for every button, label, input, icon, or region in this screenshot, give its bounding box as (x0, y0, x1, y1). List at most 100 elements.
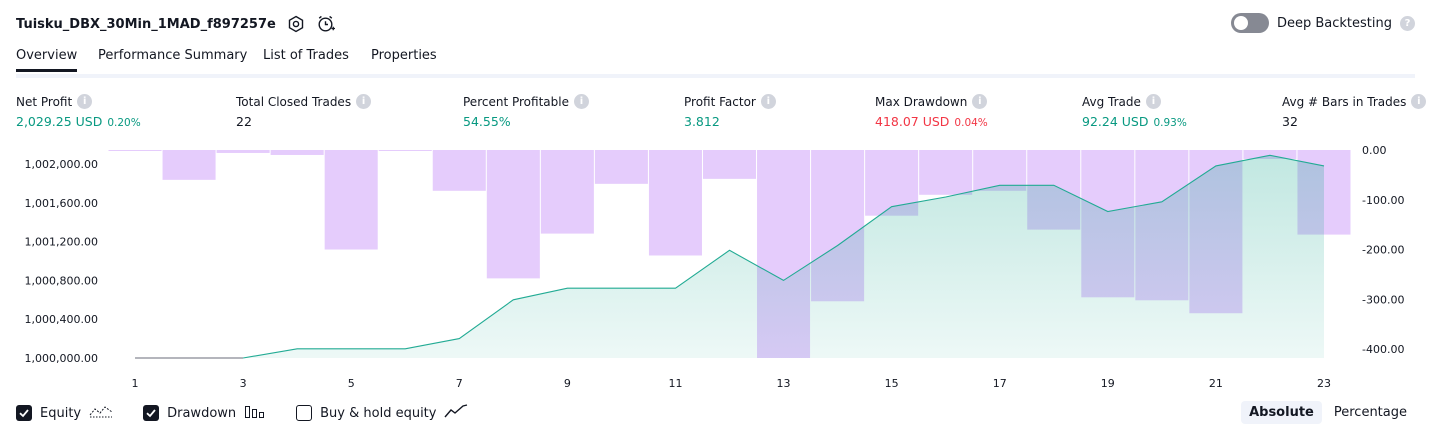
chart-svg: 1,002,000.00 1,001,600.00 1,001,200.00 1,00… (25, 144, 1405, 390)
info-icon[interactable]: i (356, 94, 372, 109)
strategy-header: Tuisku_DBX_30Min_1MAD_f897257e (16, 12, 336, 36)
metric-label: Net Profit (16, 94, 73, 109)
left-axis-tick: 1,001,200.00 (25, 236, 98, 249)
x-axis-tick: 1 (132, 377, 139, 390)
drawdown-bar (702, 150, 757, 179)
mode-absolute[interactable]: Absolute (1241, 401, 1322, 424)
mode-percentage[interactable]: Percentage (1326, 401, 1415, 424)
x-axis-tick: 17 (993, 377, 1007, 390)
left-axis-tick: 1,000,000.00 (25, 352, 98, 365)
help-icon[interactable]: ? (1400, 15, 1415, 31)
tab-bar: Overview Performance Summary List of Tra… (16, 44, 1415, 78)
info-icon[interactable]: i (760, 94, 776, 109)
metric-label: Percent Profitable (463, 94, 569, 109)
drawdown-bar (432, 150, 486, 191)
left-axis-tick: 1,000,400.00 (25, 313, 98, 326)
legend-label: Drawdown (167, 405, 237, 421)
x-axis-tick: 11 (668, 377, 682, 390)
metric-percent: 0.04% (954, 117, 988, 129)
right-axis-tick: -100.00 (1362, 194, 1404, 207)
x-axis-tick: 15 (885, 377, 899, 390)
right-axis-tick: -300.00 (1362, 293, 1404, 306)
deep-backtesting-toggle[interactable] (1230, 13, 1269, 33)
buy-hold-line-icon (444, 403, 468, 423)
drawdown-checkbox[interactable] (143, 405, 160, 421)
right-axis-tick: -400.00 (1362, 343, 1404, 356)
metric-net-profit: Net Profit i 2,029.25 USD 0.20% (16, 94, 141, 129)
strategy-title: Tuisku_DBX_30Min_1MAD_f897257e (16, 16, 276, 32)
drawdown-bar (540, 150, 594, 234)
legend-buy-hold-equity[interactable]: Buy & hold equity (296, 403, 468, 423)
legend-label: Equity (40, 405, 82, 421)
metric-percent: 0.20% (107, 117, 141, 129)
metric-value: 3.812 (684, 114, 720, 129)
drawdown-bar (324, 150, 378, 250)
deep-backtesting-label: Deep Backtesting (1276, 15, 1392, 31)
tab-properties[interactable]: Properties (371, 48, 437, 72)
tab-overview[interactable]: Overview (16, 48, 78, 72)
left-axis-tick: 1,002,000.00 (25, 158, 98, 171)
metric-total-closed-trades: Total Closed Trades i 22 (236, 94, 372, 129)
drawdown-bar (378, 150, 432, 151)
toggle-knob (1233, 16, 1248, 30)
chart-legend: Equity Drawdown Buy & hold equity (16, 403, 498, 423)
left-axis-tick: 1,000,800.00 (25, 274, 98, 287)
metric-value: 2,029.25 USD (16, 114, 103, 129)
drawdown-bar (216, 150, 270, 153)
drawdown-bars-icon (244, 403, 266, 423)
metric-label: Avg # Bars in Trades (1282, 94, 1407, 109)
drawdown-bar (270, 150, 324, 155)
metric-label: Avg Trade (1082, 94, 1141, 109)
legend-label: Buy & hold equity (320, 405, 437, 421)
x-axis-tick: 7 (456, 377, 463, 390)
metric-label: Total Closed Trades (236, 94, 352, 109)
tab-performance-summary[interactable]: Performance Summary (98, 48, 247, 72)
buy-hold-checkbox[interactable] (296, 405, 313, 421)
info-icon[interactable]: i (77, 94, 93, 109)
x-axis-tick: 21 (1209, 377, 1223, 390)
alert-clock-icon[interactable] (316, 14, 336, 34)
x-axis-tick: 5 (348, 377, 355, 390)
metric-value: 54.55% (463, 114, 511, 129)
metric-profit-factor: Profit Factor i 3.812 (684, 94, 776, 129)
legend-drawdown[interactable]: Drawdown (143, 403, 266, 423)
equity-line-icon (89, 403, 113, 423)
x-axis-tick: 19 (1101, 377, 1115, 390)
right-axis-tick: 0.00 (1362, 144, 1387, 157)
metric-percent: 0.93% (1153, 117, 1187, 129)
left-axis-tick: 1,001,600.00 (25, 197, 98, 210)
drawdown-bar (648, 150, 702, 256)
equity-chart: 1,002,000.00 1,001,600.00 1,001,200.00 1,00… (0, 140, 1431, 404)
metric-value: 418.07 USD (875, 114, 950, 129)
x-axis-tick: 3 (240, 377, 247, 390)
metric-value: 22 (236, 114, 252, 129)
right-axis-tick: -200.00 (1362, 244, 1404, 257)
metric-avg-trade: Avg Trade i 92.24 USD 0.93% (1082, 94, 1187, 129)
metric-label: Max Drawdown (875, 94, 968, 109)
metric-max-drawdown: Max Drawdown i 418.07 USD 0.04% (875, 94, 988, 129)
tab-list-of-trades[interactable]: List of Trades (263, 48, 349, 72)
x-axis-tick: 23 (1317, 377, 1331, 390)
metric-avg-bars-in-trades: Avg # Bars in Trades i 32 (1282, 94, 1427, 129)
value-mode-switch: Absolute Percentage (1241, 401, 1415, 424)
metric-label: Profit Factor (684, 94, 756, 109)
equity-checkbox[interactable] (16, 405, 32, 421)
info-icon[interactable]: i (972, 94, 988, 109)
legend-equity[interactable]: Equity (16, 403, 113, 423)
drawdown-bar (486, 150, 540, 279)
drawdown-bar (108, 150, 162, 151)
deep-backtesting: Deep Backtesting ? (1230, 13, 1415, 33)
x-axis-tick: 9 (564, 377, 571, 390)
drawdown-bar (162, 150, 216, 180)
info-icon[interactable]: i (1411, 94, 1427, 109)
drawdown-bar (594, 150, 648, 184)
metric-percent-profitable: Percent Profitable i 54.55% (463, 94, 589, 129)
settings-icon[interactable] (286, 14, 306, 34)
info-icon[interactable]: i (1145, 94, 1161, 109)
drawdown-bar (919, 150, 973, 195)
metric-value: 92.24 USD (1082, 114, 1149, 129)
metric-value: 32 (1282, 114, 1298, 129)
drawdown-bar (973, 150, 1027, 191)
x-axis-tick: 13 (777, 377, 791, 390)
info-icon[interactable]: i (573, 94, 589, 109)
